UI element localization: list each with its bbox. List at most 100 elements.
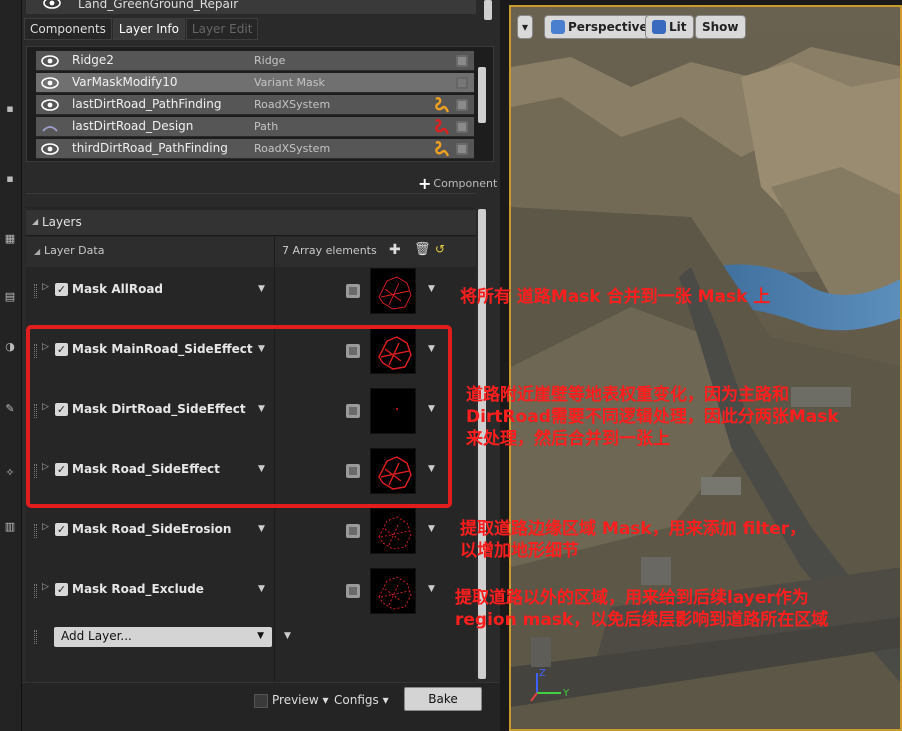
expand-icon[interactable]: ▷	[42, 582, 49, 592]
chevron-down-icon[interactable]: ▼	[258, 584, 265, 594]
chevron-down-icon[interactable]: ▼	[258, 524, 265, 534]
component-row[interactable]: lastDirtRoad_Design Path	[36, 117, 474, 137]
bake-button[interactable]: Bake	[404, 687, 482, 711]
plus-icon: +	[418, 174, 432, 193]
component-name: Land_GreenGround_Repair	[78, 0, 239, 11]
component-row[interactable]: Ridge2 Ridge	[36, 51, 474, 71]
eye-icon[interactable]	[42, 0, 62, 13]
component-type: RoadXSystem	[254, 98, 331, 111]
drag-handle[interactable]	[34, 584, 37, 598]
layers-header[interactable]: ◢ Layers	[26, 210, 476, 236]
expand-icon[interactable]: ▷	[42, 522, 49, 532]
tab-layer-info[interactable]: Layer Info	[112, 18, 185, 40]
perspective-button[interactable]: Perspective	[544, 15, 655, 39]
path-icon	[40, 120, 60, 137]
layer-name: Mask Road_SideErosion	[72, 522, 232, 536]
layer-name: Mask Road_Exclude	[72, 582, 204, 596]
reset-icon[interactable]: ↺	[435, 242, 445, 256]
component-row[interactable]: thirdDirtRoad_PathFinding RoadXSystem	[36, 139, 474, 159]
drag-handle[interactable]	[34, 630, 37, 644]
configs-dropdown[interactable]: Configs ▾	[334, 693, 389, 707]
layer-row[interactable]: ▷ ✓ Mask Road_Exclude ▼ ▼	[26, 564, 476, 624]
lit-button[interactable]: Lit	[645, 15, 694, 39]
tab-components[interactable]: Components	[24, 18, 112, 40]
toolbar-icon[interactable]: ✎	[3, 402, 17, 416]
chevron-down-icon: ▾	[522, 20, 529, 34]
chevron-down-icon[interactable]: ▼	[284, 631, 291, 641]
scrollbar[interactable]	[484, 0, 492, 20]
mask-thumbnail[interactable]	[370, 568, 416, 614]
visibility-toggle[interactable]	[456, 121, 468, 133]
layer-data-header[interactable]: ◢ Layer Data 7 Array elements ✚ 🗑 ↺	[26, 237, 476, 267]
mask-thumbnail[interactable]	[370, 268, 416, 314]
component-type: Variant Mask	[254, 76, 325, 89]
expand-icon[interactable]: ▷	[42, 282, 49, 292]
preview-checkbox[interactable]	[254, 694, 268, 708]
scrollbar[interactable]	[478, 67, 486, 123]
layer-name: Mask AllRoad	[72, 282, 164, 296]
array-count: 7 Array elements	[282, 244, 377, 257]
show-button[interactable]: Show	[695, 15, 746, 39]
divider	[26, 193, 476, 194]
component-row[interactable]: VarMaskModify10 Variant Mask	[36, 73, 474, 93]
add-layer-dropdown[interactable]: Add Layer... ▼	[54, 627, 272, 647]
eye-icon[interactable]	[40, 98, 60, 115]
drag-handle[interactable]	[34, 284, 37, 298]
mask-preview-icon	[378, 516, 412, 550]
camera-icon	[551, 20, 565, 34]
svg-text:Y: Y	[562, 688, 570, 699]
eye-icon[interactable]	[40, 142, 60, 159]
chevron-down-icon[interactable]: ▼	[428, 284, 435, 294]
road-system-icon	[434, 96, 450, 117]
enabled-checkbox[interactable]: ✓	[55, 583, 68, 596]
visibility-toggle[interactable]	[456, 77, 468, 89]
preview-dropdown[interactable]: Preview ▾	[272, 693, 329, 707]
tab-layer-edit[interactable]: Layer Edit	[185, 18, 259, 40]
component-type: Path	[254, 120, 279, 133]
chevron-down-icon[interactable]: ▼	[428, 524, 435, 534]
eye-icon[interactable]	[40, 54, 60, 71]
toolbar-icon[interactable]: ✧	[3, 466, 17, 480]
visibility-toggle[interactable]	[456, 55, 468, 67]
toolbar-icon[interactable]: ▥	[3, 520, 17, 534]
toolbar-icon[interactable]: ▤	[3, 290, 17, 304]
visibility-toggle[interactable]	[456, 143, 468, 155]
mask-thumbnail[interactable]	[370, 508, 416, 554]
add-component-button[interactable]: + Component	[418, 174, 497, 193]
visibility-toggle[interactable]	[456, 99, 468, 111]
component-name: Ridge2	[72, 53, 114, 67]
toolbar-icon[interactable]: ▪	[3, 172, 17, 186]
axis-gizmo-icon: Y Z	[530, 668, 570, 702]
viewport-menu-button[interactable]: ▾	[517, 15, 534, 39]
component-name: VarMaskModify10	[72, 75, 178, 89]
mask-preview-icon	[378, 276, 412, 310]
enabled-checkbox[interactable]: ✓	[55, 523, 68, 536]
toolbar-icon[interactable]: ◑	[3, 340, 17, 354]
component-name: lastDirtRoad_PathFinding	[72, 97, 222, 111]
path-red-icon	[434, 118, 450, 139]
visibility-toggle[interactable]	[346, 284, 360, 298]
component-row-partial[interactable]: Land_GreenGround_Repair	[26, 0, 476, 14]
add-element-icon[interactable]: ✚	[389, 242, 401, 258]
component-row[interactable]: lastDirtRoad_PathFinding RoadXSystem	[36, 95, 474, 115]
component-type: Ridge	[254, 54, 286, 67]
road-system-icon	[434, 140, 450, 161]
svg-text:Z: Z	[539, 668, 546, 679]
collapse-icon: ◢	[34, 247, 41, 256]
layer-row[interactable]: ▷ ✓ Mask Road_SideErosion ▼ ▼	[26, 504, 476, 564]
bottom-bar: Preview ▾ Configs ▾ Bake	[22, 682, 500, 731]
chevron-down-icon: ▼	[257, 631, 264, 641]
visibility-toggle[interactable]	[346, 524, 360, 538]
collapse-icon: ◢	[32, 217, 39, 226]
eye-icon[interactable]	[40, 76, 60, 93]
drag-handle[interactable]	[34, 524, 37, 538]
enabled-checkbox[interactable]: ✓	[55, 283, 68, 296]
component-type: RoadXSystem	[254, 142, 331, 155]
chevron-down-icon[interactable]: ▼	[258, 284, 265, 294]
layer-row[interactable]: ▷ ✓ Mask AllRoad ▼ ▼	[26, 264, 476, 324]
trash-icon[interactable]: 🗑	[414, 242, 431, 257]
visibility-toggle[interactable]	[346, 584, 360, 598]
chevron-down-icon[interactable]: ▼	[428, 584, 435, 594]
toolbar-icon[interactable]: ▦	[3, 232, 17, 246]
toolbar-icon[interactable]: ▪	[3, 102, 17, 116]
